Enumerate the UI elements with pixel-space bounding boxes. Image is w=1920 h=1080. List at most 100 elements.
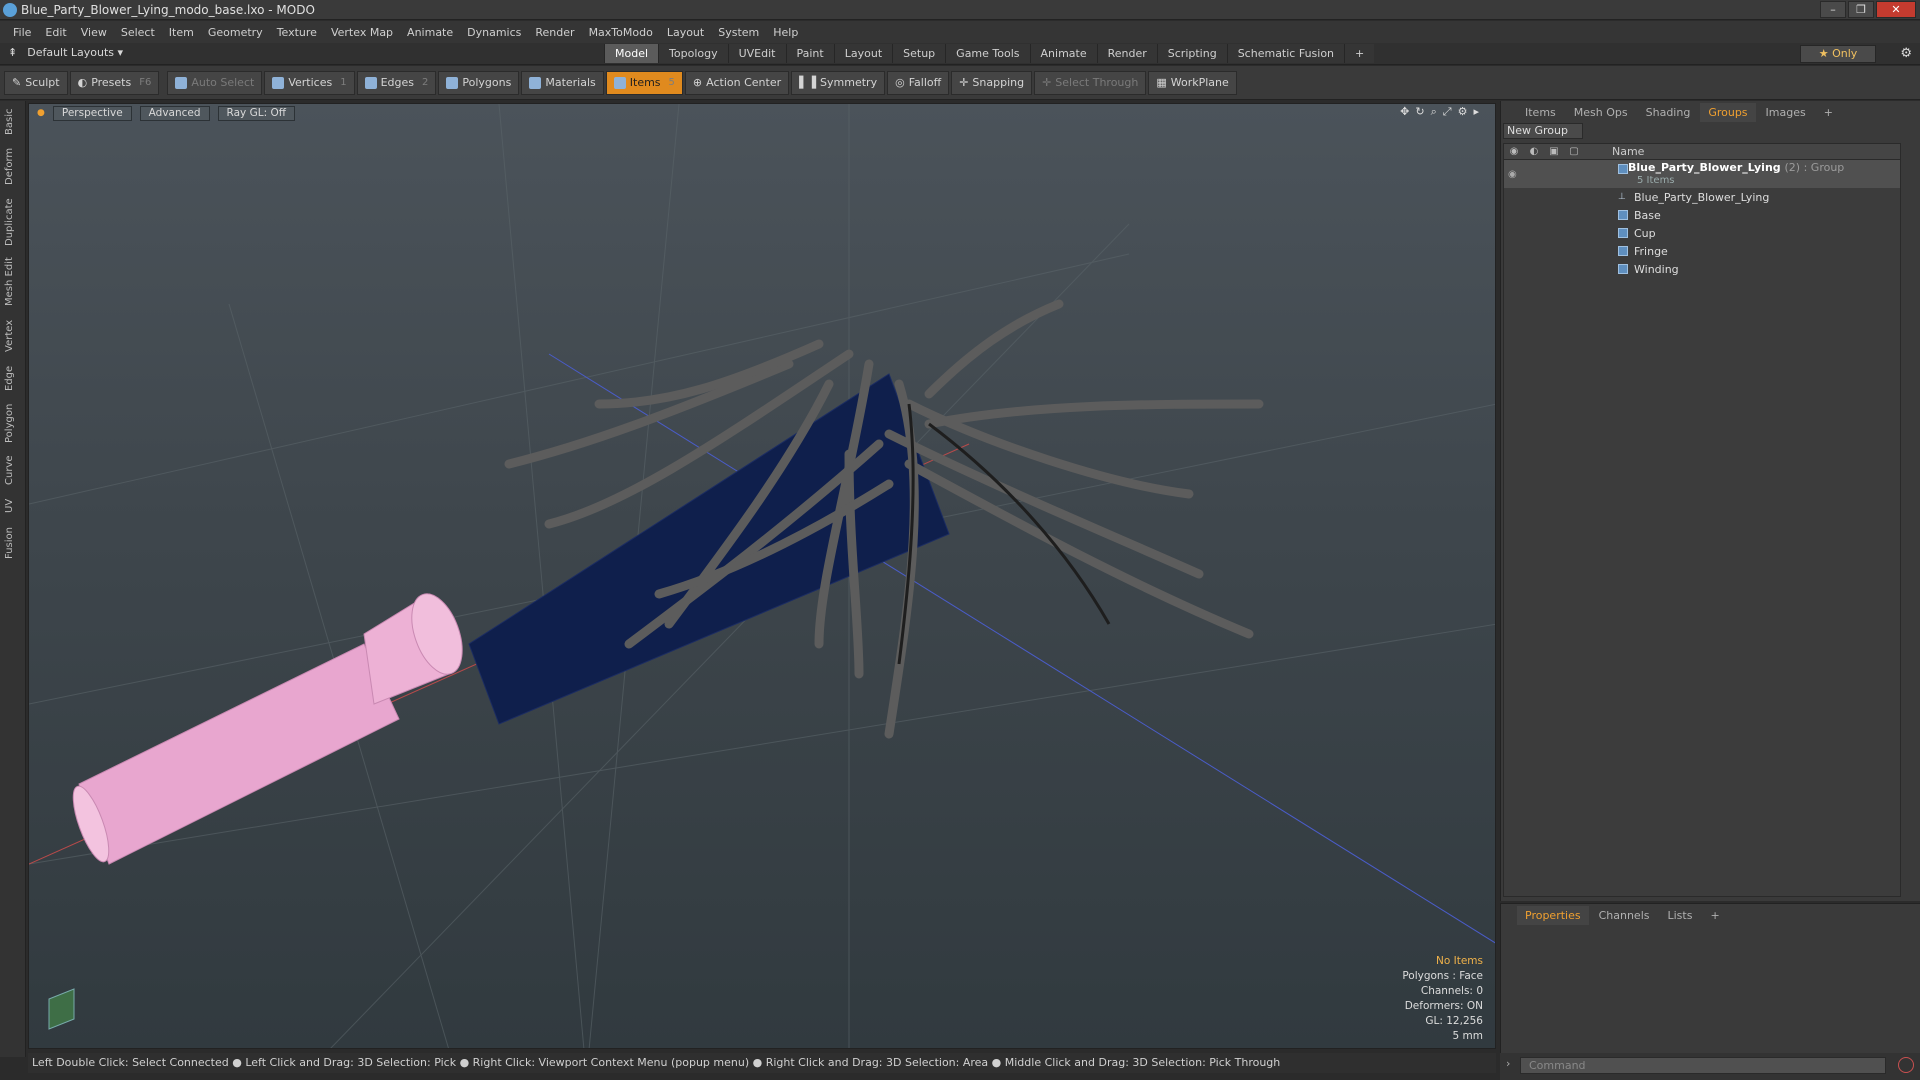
menu-texture[interactable]: Texture [270, 26, 324, 39]
vtab-deform[interactable]: Deform [4, 145, 22, 187]
add-tab-button[interactable]: + [1344, 44, 1375, 63]
tab-properties[interactable]: Properties [1517, 905, 1589, 925]
tab-groups[interactable]: Groups [1700, 102, 1756, 122]
tree-item[interactable]: Winding [1504, 260, 1900, 278]
group-tag: (2) : Group [1784, 161, 1845, 174]
vtab-polygon[interactable]: Polygon [4, 401, 22, 445]
viewport-menu-icon[interactable]: ● [37, 108, 45, 118]
action-center-button[interactable]: ⊕ Action Center [684, 70, 790, 95]
menu-system[interactable]: System [711, 26, 766, 39]
rotate-icon[interactable]: ↻ [1415, 105, 1424, 119]
lock-column-icon[interactable]: ▣ [1544, 146, 1564, 157]
falloff-button[interactable]: ◎ Falloff [887, 70, 950, 95]
tree-item[interactable]: Base [1504, 206, 1900, 224]
vertices-button[interactable]: Vertices 1 [264, 70, 355, 95]
symmetry-button[interactable]: ▌▐ Symmetry [791, 70, 886, 95]
vtab-basic[interactable]: Basic [4, 107, 22, 137]
presets-button[interactable]: ◐ Presets F6 [69, 70, 160, 95]
menu-maxtomodo[interactable]: MaxToModo [582, 26, 660, 39]
tab-layout[interactable]: Layout [833, 44, 893, 63]
minimize-button[interactable]: – [1820, 1, 1846, 18]
vtab-vertex[interactable]: Vertex [4, 317, 22, 355]
tab-model[interactable]: Model [604, 44, 659, 63]
select-column-icon[interactable]: ▢ [1564, 146, 1584, 157]
close-button[interactable]: ✕ [1876, 1, 1916, 18]
vtab-uv[interactable]: UV [4, 495, 22, 517]
visibility-column-icon[interactable]: ◉ [1504, 146, 1524, 157]
items-button[interactable]: Items 5 [605, 70, 683, 95]
maximize-viewport-icon[interactable]: ⤢ [1443, 105, 1452, 119]
tab-mesh-ops[interactable]: Mesh Ops [1566, 103, 1636, 122]
tab-shading[interactable]: Shading [1638, 103, 1699, 122]
menu-layout[interactable]: Layout [660, 26, 711, 39]
tab-uvedit[interactable]: UVEdit [727, 44, 786, 63]
render-column-icon[interactable]: ◐ [1524, 146, 1544, 157]
tab-schematic-fusion[interactable]: Schematic Fusion [1226, 44, 1345, 63]
name-column-header[interactable]: Name [1584, 145, 1644, 158]
group-icon [1618, 164, 1628, 174]
viewport-expand-icon[interactable]: ▸ [1473, 105, 1479, 119]
command-input[interactable]: Command [1520, 1057, 1886, 1074]
menu-geometry[interactable]: Geometry [201, 26, 270, 39]
viewport-settings-icon[interactable]: ⚙ [1458, 105, 1468, 119]
vtab-duplicate[interactable]: Duplicate [4, 197, 22, 247]
menu-animate[interactable]: Animate [400, 26, 460, 39]
polygons-button[interactable]: Polygons [438, 70, 520, 95]
tab-channels[interactable]: Channels [1591, 906, 1658, 925]
menu-dynamics[interactable]: Dynamics [460, 26, 528, 39]
tab-images[interactable]: Images [1758, 103, 1814, 122]
mesh-icon [1618, 264, 1628, 274]
new-group-button[interactable]: New Group [1503, 123, 1583, 139]
eye-icon[interactable]: ◉ [1508, 169, 1517, 180]
select-through-button[interactable]: ✛ Select Through [1034, 70, 1147, 95]
collapse-icon[interactable]: ⇞ [8, 46, 17, 59]
tree-item[interactable]: ⊥ Blue_Party_Blower_Lying [1504, 188, 1900, 206]
menu-view[interactable]: View [74, 26, 114, 39]
edges-label: Edges [380, 76, 415, 89]
3d-viewport[interactable]: ● Perspective Advanced Ray GL: Off ✥ ↻ ⌕… [28, 103, 1496, 1049]
vtab-mesh-edit[interactable]: Mesh Edit [4, 257, 22, 307]
command-history-icon[interactable] [1898, 1057, 1914, 1073]
tab-paint[interactable]: Paint [785, 44, 834, 63]
group-row[interactable]: ◉ Blue_Party_Blower_Lying (2) : Group 5 … [1504, 160, 1900, 188]
edges-button[interactable]: Edges 2 [356, 70, 437, 95]
zoom-icon[interactable]: ⌕ [1431, 105, 1437, 119]
shading-button[interactable]: Advanced [139, 105, 210, 121]
tab-game-tools[interactable]: Game Tools [945, 44, 1030, 63]
tab-setup[interactable]: Setup [892, 44, 946, 63]
tab-scripting[interactable]: Scripting [1156, 44, 1227, 63]
add-panel-tab-button[interactable]: + [1816, 103, 1841, 122]
menu-render[interactable]: Render [528, 26, 581, 39]
tab-animate[interactable]: Animate [1029, 44, 1097, 63]
vtab-curve[interactable]: Curve [4, 453, 22, 487]
tree-item-label: Base [1634, 208, 1661, 222]
raygl-button[interactable]: Ray GL: Off [217, 105, 295, 121]
tab-lists[interactable]: Lists [1660, 906, 1701, 925]
snapping-button[interactable]: ✛ Snapping [951, 70, 1033, 95]
maximize-button[interactable]: ❐ [1848, 1, 1874, 18]
tab-topology[interactable]: Topology [658, 44, 728, 63]
menu-item[interactable]: Item [162, 26, 201, 39]
auto-select-button[interactable]: Auto Select [167, 70, 263, 95]
tab-items[interactable]: Items [1517, 103, 1564, 122]
vtab-fusion[interactable]: Fusion [4, 525, 22, 561]
workplane-button[interactable]: ▦ WorkPlane [1148, 70, 1237, 95]
info-items: No Items [1436, 955, 1483, 967]
sculpt-button[interactable]: ✎ Sculpt [4, 70, 68, 95]
tree-item[interactable]: Fringe [1504, 242, 1900, 260]
pan-icon[interactable]: ✥ [1400, 105, 1409, 119]
only-toggle[interactable]: ★ Only [1800, 45, 1876, 63]
menu-edit[interactable]: Edit [38, 26, 73, 39]
menu-file[interactable]: File [6, 26, 38, 39]
vtab-edge[interactable]: Edge [4, 363, 22, 393]
layout-dropdown[interactable]: Default Layouts ▾ [27, 46, 123, 59]
tab-render[interactable]: Render [1096, 44, 1157, 63]
menu-help[interactable]: Help [766, 26, 805, 39]
menu-select[interactable]: Select [114, 26, 162, 39]
tree-item[interactable]: Cup [1504, 224, 1900, 242]
add-bottom-tab-button[interactable]: + [1702, 906, 1727, 925]
gear-icon[interactable]: ⚙ [1900, 46, 1912, 61]
menu-vertex-map[interactable]: Vertex Map [324, 26, 400, 39]
materials-button[interactable]: Materials [521, 70, 604, 95]
view-type-button[interactable]: Perspective [52, 105, 132, 121]
